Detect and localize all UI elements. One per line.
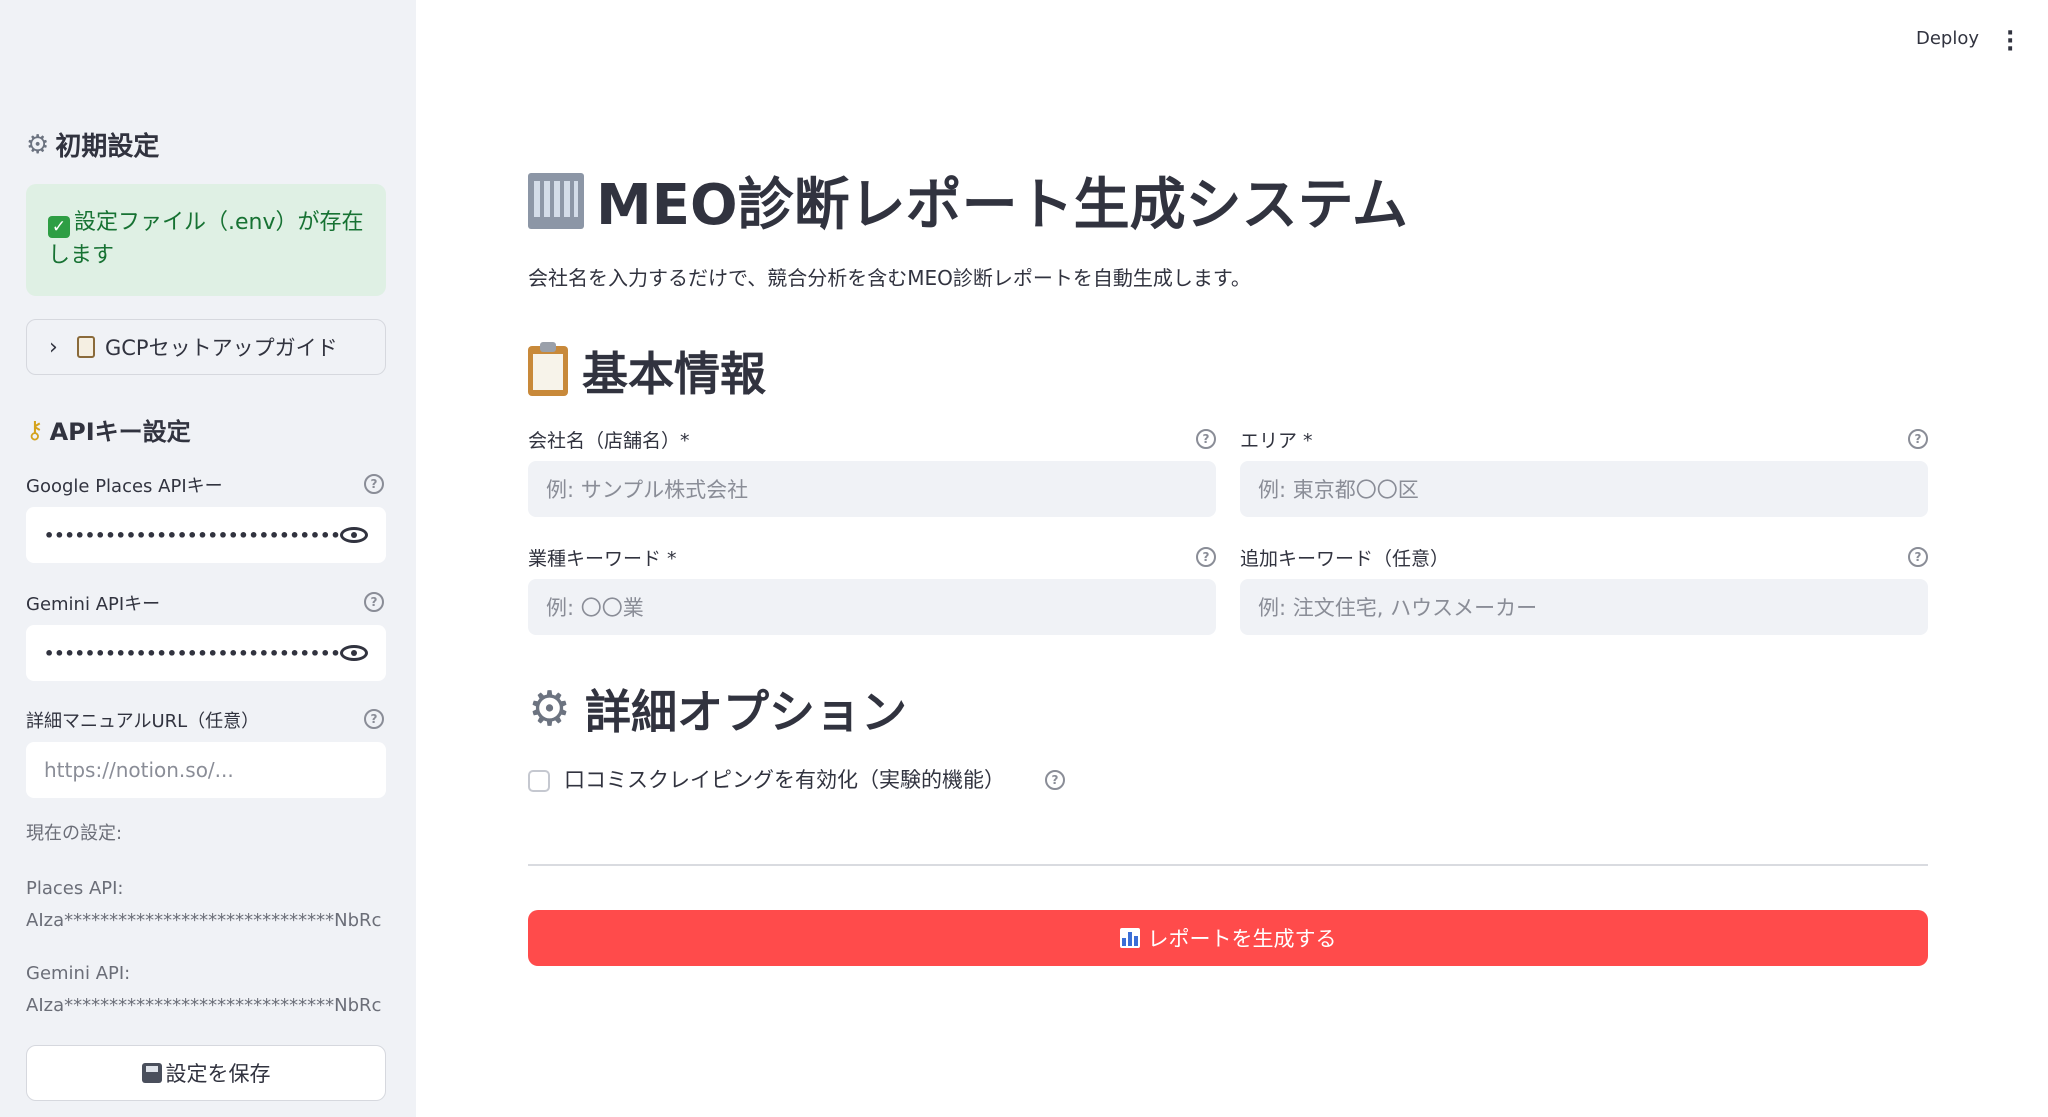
gear-icon: ⚙	[528, 681, 572, 737]
extra-keyword-placeholder: 例: 注文住宅, ハウスメーカー	[1258, 596, 1538, 620]
app-root: ⚙ 初期設定 ✓ 設定ファイル（.env）が存在します › GCPセットアップガイ…	[0, 0, 2048, 1117]
key-icon: ⚷	[26, 415, 44, 444]
company-name-placeholder: 例: サンプル株式会社	[546, 478, 749, 502]
scraping-checkbox[interactable]	[528, 770, 550, 792]
basic-info-title: 基本情報	[582, 347, 766, 401]
current-settings-label: 現在の設定:	[26, 823, 123, 844]
places-api-value: AIza******************************NbRc	[26, 910, 382, 931]
deploy-button[interactable]: Deploy	[1916, 28, 1979, 49]
page-title: MEO診断レポート生成システム	[528, 160, 1408, 241]
bar-chart-icon	[1119, 928, 1140, 948]
env-status-text: 設定ファイル（.env）が存在します	[48, 210, 364, 268]
area-input[interactable]: 例: 東京都〇〇区	[1240, 461, 1928, 517]
eye-icon[interactable]	[340, 645, 368, 661]
save-settings-label: 設定を保存	[165, 1062, 271, 1086]
api-keys-heading: ⚷ APIキー設定	[26, 412, 191, 447]
company-name-label: 会社名（店舗名）*	[528, 430, 690, 452]
manual-url-input[interactable]: https://notion.so/...	[26, 742, 386, 798]
password-mask: ••••••••••••••••••••••••••••••••••••••••	[44, 525, 340, 545]
eye-icon[interactable]	[340, 527, 368, 543]
google-places-label: Google Places APIキー	[26, 476, 223, 497]
clipboard-icon	[528, 342, 568, 396]
more-vertical-icon[interactable]: · · ·	[2006, 23, 2014, 61]
help-icon[interactable]: ?	[364, 474, 384, 494]
floppy-disk-icon	[141, 1063, 162, 1083]
help-icon[interactable]: ?	[364, 709, 384, 729]
manual-url-label: 詳細マニュアルURL（任意）	[26, 711, 260, 732]
clipboard-icon	[77, 336, 95, 358]
extra-keyword-input[interactable]: 例: 注文住宅, ハウスメーカー	[1240, 579, 1928, 635]
options-heading: ⚙ 詳細オプション	[528, 676, 907, 742]
save-settings-button[interactable]: 設定を保存	[26, 1045, 386, 1101]
gcp-guide-expander[interactable]: › GCPセットアップガイド	[26, 319, 386, 375]
env-status-alert: ✓ 設定ファイル（.env）が存在します	[26, 184, 386, 296]
help-icon[interactable]: ?	[1196, 547, 1216, 567]
api-keys-title: APIキー設定	[49, 418, 191, 446]
gcp-guide-label: GCPセットアップガイド	[105, 336, 338, 360]
gemini-label: Gemini APIキー	[26, 594, 161, 615]
scraping-checkbox-label[interactable]: 口コミスクレイピングを有効化（実験的機能）	[564, 764, 1005, 794]
sidebar: ⚙ 初期設定 ✓ 設定ファイル（.env）が存在します › GCPセットアップガイ…	[0, 0, 416, 1117]
gear-icon: ⚙	[26, 129, 50, 160]
help-icon[interactable]: ?	[1908, 547, 1928, 567]
extra-keyword-label: 追加キーワード（任意）	[1240, 548, 1450, 570]
help-icon[interactable]: ?	[1196, 429, 1216, 449]
area-placeholder: 例: 東京都〇〇区	[1258, 478, 1419, 502]
gemini-api-label: Gemini API:	[26, 963, 131, 984]
gemini-api-key-input[interactable]: ••••••••••••••••••••••••••••••••••••••••	[26, 625, 386, 681]
help-icon[interactable]: ?	[1908, 429, 1928, 449]
industry-keyword-label: 業種キーワード *	[528, 548, 677, 570]
manual-url-placeholder: https://notion.so/...	[44, 758, 234, 782]
help-icon[interactable]: ?	[364, 592, 384, 612]
building-icon	[528, 172, 584, 229]
options-title: 詳細オプション	[585, 685, 908, 739]
password-mask: ••••••••••••••••••••••••••••••••••••••••	[44, 643, 340, 663]
help-icon[interactable]: ?	[1045, 770, 1065, 790]
google-places-api-key-input[interactable]: ••••••••••••••••••••••••••••••••••••••••	[26, 507, 386, 563]
gemini-api-value: AIza******************************NbRc	[26, 995, 382, 1016]
industry-keyword-placeholder: 例: 〇〇業	[546, 596, 644, 620]
initial-settings-title: 初期設定	[55, 132, 160, 162]
area-label: エリア *	[1240, 430, 1313, 452]
divider	[528, 864, 1928, 866]
check-icon: ✓	[48, 216, 70, 238]
company-name-input[interactable]: 例: サンプル株式会社	[528, 461, 1216, 517]
generate-report-label: レポートを生成する	[1147, 927, 1337, 951]
initial-settings-heading: ⚙ 初期設定	[26, 126, 159, 163]
page-title-text: MEO診断レポート生成システム	[596, 173, 1408, 238]
generate-report-button[interactable]: レポートを生成する	[528, 910, 1928, 966]
places-api-label: Places API:	[26, 878, 124, 899]
basic-info-heading: 基本情報	[528, 338, 766, 404]
page-subtitle: 会社名を入力するだけで、競合分析を含むMEO診断レポートを自動生成します。	[528, 266, 1251, 290]
chevron-right-icon: ›	[49, 334, 58, 360]
industry-keyword-input[interactable]: 例: 〇〇業	[528, 579, 1216, 635]
